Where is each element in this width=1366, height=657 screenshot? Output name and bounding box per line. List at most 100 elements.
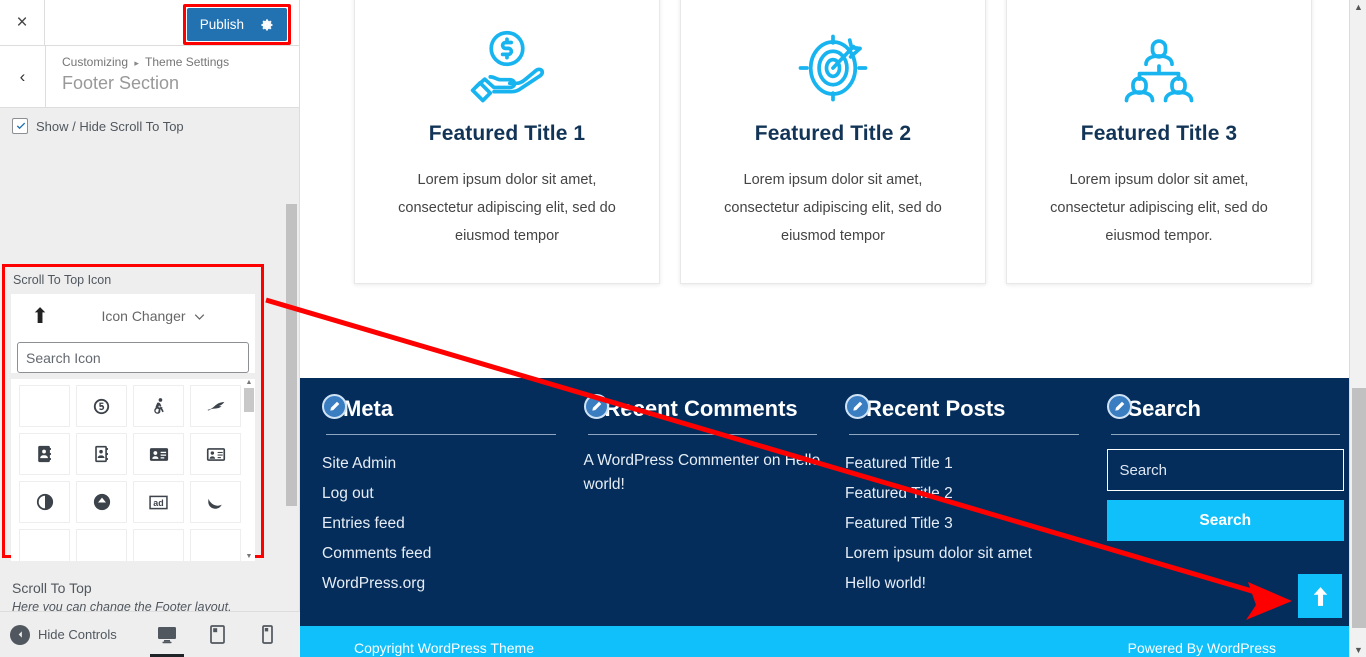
icon-cell-accusoft[interactable] [190,385,241,427]
site-preview[interactable]: Featured Title 1 Lorem ipsum dolor sit a… [300,0,1366,657]
featured-card-text: Lorem ipsum dolor sit amet, consectetur … [1050,172,1268,244]
customizer-controls: Show / Hide Scroll To Top Scroll To Top … [0,108,299,657]
adversal-icon [208,498,222,509]
list-item[interactable]: Entries feed [322,509,560,539]
customizer-screen: × Publish ‹ Customizing ▸ Theme Settings… [0,0,1366,657]
featured-card-title: Featured Title 2 [754,122,912,145]
tablet-icon [209,625,225,644]
collapse-icon [10,624,30,645]
preview-scroll-thumb[interactable] [1352,388,1366,628]
list-item[interactable]: Featured Title 2 [845,479,1083,509]
icon-grid-scrollbar[interactable]: ▲ ▼ [244,379,254,561]
address-book-regular-icon [95,445,108,463]
list-item[interactable]: Comments feed [322,539,560,569]
list-item[interactable]: Hello world! [845,569,1083,599]
icon-cell-blank[interactable] [19,385,70,427]
icon-search-input[interactable] [17,342,249,373]
list-item[interactable]: Featured Title 3 [845,509,1083,539]
search-button[interactable]: Search [1106,500,1344,541]
icon-cell-adn[interactable] [76,481,127,523]
icon-cell-address-book-solid[interactable] [19,433,70,475]
icon-panel-label: Scroll To Top Icon [13,273,112,287]
show-hide-scroll-to-top-control[interactable]: Show / Hide Scroll To Top [0,108,299,143]
address-card-regular-icon [206,447,225,461]
search-input[interactable] [1106,449,1344,491]
featured-card-text: Lorem ipsum dolor sit amet, consectetur … [724,172,942,244]
mobile-icon [261,625,273,644]
icon-cell-row4-1[interactable] [19,529,70,561]
customizer-scrollbar[interactable]: ▼ [286,204,297,654]
footer-widget-area: Meta Site Admin Log out Entries feed Com… [300,378,1366,626]
icon-cell-row4-4[interactable] [190,529,241,561]
scroll-down-icon[interactable]: ▼ [245,553,253,561]
edit-widget-icon[interactable] [583,394,609,419]
icon-search-wrap [11,338,255,373]
edit-widget-icon[interactable] [1106,394,1132,419]
list-item[interactable]: Lorem ipsum dolor sit amet [845,539,1083,569]
svg-text:ad: ad [153,497,163,507]
icon-cell-address-book-regular[interactable] [76,433,127,475]
icon-cell-row4-2[interactable] [76,529,127,561]
gear-icon[interactable] [260,18,274,32]
close-customizer-button[interactable]: × [0,0,45,45]
back-button[interactable]: ‹ [0,46,46,107]
breadcrumb-parent[interactable]: Theme Settings [145,55,229,69]
icon-cell-address-card-regular[interactable] [190,433,241,475]
widget-divider [849,434,1079,435]
breadcrumb-root[interactable]: Customizing [62,55,128,69]
icon-cell-row4-3[interactable] [133,529,184,561]
scroll-down-icon[interactable]: ▼ [1350,645,1366,655]
featured-card-1[interactable]: Featured Title 1 Lorem ipsum dolor sit a… [354,0,660,284]
widget-recent-posts: Recent Posts Featured Title 1 Featured T… [845,392,1083,626]
section-titles: Customizing ▸ Theme Settings Footer Sect… [46,46,229,107]
device-mobile-button[interactable] [256,623,278,647]
device-tablet-button[interactable] [206,623,228,647]
widget-header: Meta [322,392,560,426]
adjust-icon [36,493,53,511]
page-title: Footer Section [62,73,180,93]
icon-cell-ad[interactable]: ad [133,481,184,523]
featured-card-2[interactable]: Featured Title 2 Lorem ipsum dolor sit a… [680,0,986,284]
edit-widget-icon[interactable] [322,394,347,419]
icon-cell-adjust[interactable] [19,481,70,523]
widget-divider [326,434,556,435]
scroll-to-top-button[interactable] [1298,574,1342,618]
list-item[interactable]: Featured Title 1 [845,449,1083,479]
icon-cell-accessible[interactable] [133,385,184,427]
arrow-up-icon: ⬆ [31,304,49,328]
preview-scrollbar[interactable]: ▲ ▼ [1349,0,1366,657]
list-item[interactable]: Log out [322,479,560,509]
edit-widget-icon[interactable] [845,394,870,419]
icon-cell-adversal[interactable] [190,481,241,523]
breadcrumb: Customizing ▸ Theme Settings [62,54,229,71]
address-card-solid-icon [149,447,168,461]
featured-card-3[interactable]: Featured Title 3 Lorem ipsum dolor sit a… [1006,0,1312,284]
featured-cards: Featured Title 1 Lorem ipsum dolor sit a… [300,0,1366,290]
widget-header: Recent Posts [845,392,1083,426]
icon-changer-toggle[interactable]: Icon Changer [65,308,241,324]
icon-grid-scroll-area[interactable]: ad ▲ ▼ [11,379,255,561]
accessible-icon [153,398,164,414]
show-hide-checkbox[interactable] [12,118,28,134]
customizer-scroll-thumb[interactable] [286,204,297,506]
pencil-icon [330,401,340,411]
scroll-up-icon[interactable]: ▲ [1350,2,1366,12]
widget-title: Search [1127,396,1201,421]
publish-button[interactable]: Publish [186,8,287,41]
pencil-icon [853,401,863,411]
customizer-header: × Publish [0,0,299,46]
icon-changer-bar[interactable]: ⬆ Icon Changer [11,294,255,338]
icon-grid-scroll-thumb[interactable] [244,388,254,412]
device-desktop-button[interactable] [150,623,184,657]
scroll-up-icon[interactable]: ▲ [245,379,253,387]
footer-powered-text: Powered By WordPress [1127,640,1276,656]
list-item[interactable]: Site Admin [322,449,560,479]
hide-controls-button[interactable]: Hide Controls [10,624,117,645]
featured-card-text: Lorem ipsum dolor sit amet, consectetur … [398,172,616,244]
ad-icon: ad [149,495,168,509]
list-item[interactable]: WordPress.org [322,569,560,599]
icon-cell-address-card-solid[interactable] [133,433,184,475]
icon-cell-500px[interactable] [76,385,127,427]
500px-icon [93,398,110,414]
recent-comment-entry[interactable]: A WordPress Commenter on Hello world! [584,449,822,497]
